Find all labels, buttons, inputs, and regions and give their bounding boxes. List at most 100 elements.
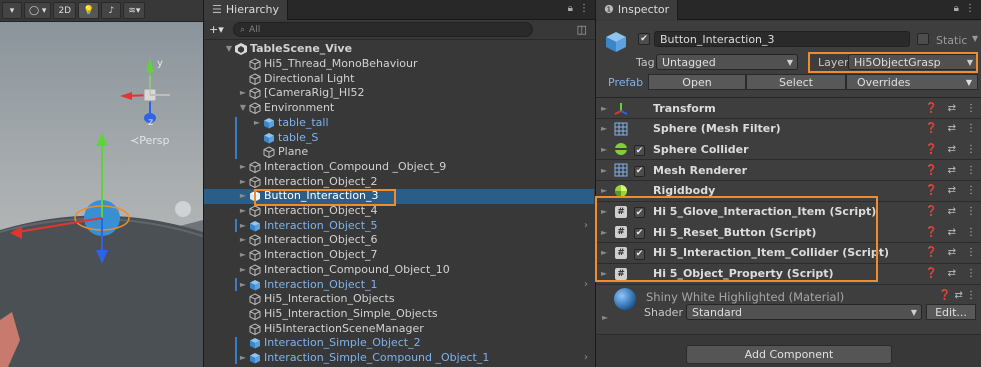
audio-toggle-icon[interactable]: ♪ [101,2,122,19]
active-checkbox[interactable]: ✔ [638,33,650,45]
edit-shader-button[interactable]: Edit... [926,304,976,320]
panel-menu-icon[interactable]: ⋮ [579,3,589,14]
help-icon[interactable]: ❓ [925,227,937,238]
component-menu-icon[interactable]: ⋮ [966,165,976,176]
hierarchy-row[interactable]: ► Interaction_Object_7 [204,248,594,263]
gizmo-dropdown[interactable]: ◯ ▾ [24,2,52,19]
collapsed-arrow-icon[interactable]: ► [238,161,248,173]
hierarchy-row[interactable]: ► Interaction_Compound _Object_9 [204,160,594,175]
lock-icon[interactable]: 🔒︎ [568,3,573,14]
hierarchy-row[interactable]: ▼ TableScene_Vive [204,42,594,57]
hierarchy-row[interactable]: Hi5_Interaction_Simple_Objects [204,307,594,322]
tab-hierarchy[interactable]: ☰ Hierarchy [204,0,289,20]
presets-icon[interactable]: ⇄ [948,206,956,217]
component-settings-icons[interactable]: ❓ ⇄ ⋮ [925,268,976,279]
component-menu-icon[interactable]: ⋮ [966,185,976,196]
scene-view[interactable]: ≺Persp y z ▾ ◯ ▾ 2D 💡 ♪ ≋▾ [0,0,203,367]
component-settings-icons[interactable]: ❓ ⇄ ⋮ [925,103,976,114]
collapsed-arrow-icon[interactable]: ► [601,104,613,113]
component-settings-icons[interactable]: ❓ ⇄ ⋮ [925,165,976,176]
component-enabled-checkbox[interactable]: ✔ [634,205,648,219]
hierarchy-row[interactable]: ► Interaction_Object_1 › [204,277,594,292]
hierarchy-row[interactable]: ► Interaction_Object_2 [204,174,594,189]
component-header[interactable]: ► Transform ❓ ⇄ ⋮ [596,98,981,119]
lock-icon[interactable]: 🔒︎ [954,3,959,14]
shader-dropdown[interactable]: Standard ▼ [686,304,922,320]
open-prefab-chevron-icon[interactable]: › [584,352,588,364]
create-button[interactable]: +▾ [209,23,229,36]
presets-icon[interactable]: ⇄ [948,185,956,196]
hierarchy-row[interactable]: ► Interaction_Simple_Compound _Object_1 › [204,351,594,366]
component-enabled-checkbox[interactable]: ✔ [634,225,648,239]
help-icon[interactable]: ❓ [925,103,937,114]
component-menu-icon[interactable]: ⋮ [966,123,976,134]
component-enabled-checkbox[interactable]: ✔ [634,143,648,157]
component-header[interactable]: ► # ✔ Hi 5_Interaction_Item_Collider (Scrip… [596,242,981,264]
open-prefab-chevron-icon[interactable]: › [584,279,588,291]
overrides-dropdown[interactable]: Overrides ▼ [846,74,978,90]
hierarchy-row[interactable]: Plane [204,145,594,160]
presets-icon[interactable]: ⇄ [948,144,956,155]
2d-toggle[interactable]: 2D [53,2,77,19]
help-icon[interactable]: ❓ [925,206,937,217]
component-header[interactable]: ► # ✔ Hi 5_Glove_Interaction_Item (Script) ❓… [596,201,981,223]
collapsed-arrow-icon[interactable]: ► [238,234,248,246]
collapsed-arrow-icon[interactable]: ► [238,205,248,217]
component-header[interactable]: ► ✔ Sphere Collider ❓ ⇄ ⋮ [596,139,981,161]
component-menu-icon[interactable]: ⋮ [966,268,976,279]
add-component-button[interactable]: Add Component [686,345,892,364]
perspective-label[interactable]: ≺Persp [130,134,169,147]
collapsed-arrow-icon[interactable]: ► [252,117,262,129]
panel-menu-icon[interactable]: ⋮ [965,3,975,14]
material-expand-arrow-icon[interactable]: ► [602,313,608,322]
hierarchy-row[interactable]: ► Interaction_Compound_Object_10 [204,263,594,278]
scene-canvas[interactable] [0,0,203,367]
layer-dropdown[interactable]: Hi5ObjectGrasp ▼ [848,54,978,70]
component-settings-icons[interactable]: ❓ ⇄ ⋮ [925,247,976,258]
static-dropdown-icon[interactable]: ▼ [972,34,978,43]
hierarchy-row[interactable]: ► Button_Interaction_3 [204,189,594,204]
collapsed-arrow-icon[interactable]: ► [601,269,613,278]
collapsed-arrow-icon[interactable]: ► [601,228,613,237]
collapsed-arrow-icon[interactable]: ► [238,220,248,232]
component-settings-icons[interactable]: ❓ ⇄ ⋮ [925,227,976,238]
hierarchy-row[interactable]: ▼ Environment [204,101,594,116]
component-menu-icon[interactable]: ⋮ [966,206,976,217]
component-settings-icons[interactable]: ❓ ⇄ ⋮ [925,123,976,134]
tag-dropdown[interactable]: Untagged ▼ [656,54,798,70]
effects-dropdown-icon[interactable]: ≋▾ [123,2,146,19]
collapsed-arrow-icon[interactable]: ► [238,176,248,188]
component-settings-icons[interactable]: ❓ ⇄ ⋮ [925,144,976,155]
help-icon[interactable]: ❓ [925,144,937,155]
collapsed-arrow-icon[interactable]: ► [238,279,248,291]
tab-inspector[interactable]: ❶ Inspector [596,0,679,20]
presets-icon[interactable]: ⇄ [948,103,956,114]
presets-icon[interactable]: ⇄ [948,227,956,238]
collapsed-arrow-icon[interactable]: ► [601,248,613,257]
presets-icon[interactable]: ⇄ [948,123,956,134]
hierarchy-row[interactable]: ► Interaction_Object_6 [204,233,594,248]
collapsed-arrow-icon[interactable]: ► [238,264,248,276]
hierarchy-row[interactable]: ► Interaction_Object_4 [204,204,594,219]
component-settings-icons[interactable]: ❓ ⇄ ⋮ [925,185,976,196]
hierarchy-row[interactable]: table_S [204,130,594,145]
component-menu-icon[interactable]: ⋮ [966,227,976,238]
collapsed-arrow-icon[interactable]: ► [238,87,248,99]
material-settings-icon[interactable]: ❓ ⇄ ⋮ [939,290,976,301]
help-icon[interactable]: ❓ [925,165,937,176]
collapsed-arrow-icon[interactable]: ► [601,124,613,133]
help-icon[interactable]: ❓ [925,247,937,258]
expanded-arrow-icon[interactable]: ▼ [238,102,248,114]
collapsed-arrow-icon[interactable]: ► [238,249,248,261]
collapsed-arrow-icon[interactable]: ► [238,190,248,202]
scene-visibility-icon[interactable]: ◫ [577,23,587,36]
collapsed-arrow-icon[interactable]: ► [238,352,248,364]
open-prefab-button[interactable]: Open [648,74,746,90]
component-menu-icon[interactable]: ⋮ [966,103,976,114]
collapsed-arrow-icon[interactable]: ► [601,145,613,154]
component-header[interactable]: ► ✔ Mesh Renderer ❓ ⇄ ⋮ [596,160,981,182]
help-icon[interactable]: ❓ [925,123,937,134]
presets-icon[interactable]: ⇄ [948,165,956,176]
hierarchy-row[interactable]: Hi5InteractionSceneManager [204,321,594,336]
component-header[interactable]: ► # Hi 5_Object_Property (Script) ❓ ⇄ ⋮ [596,263,981,285]
